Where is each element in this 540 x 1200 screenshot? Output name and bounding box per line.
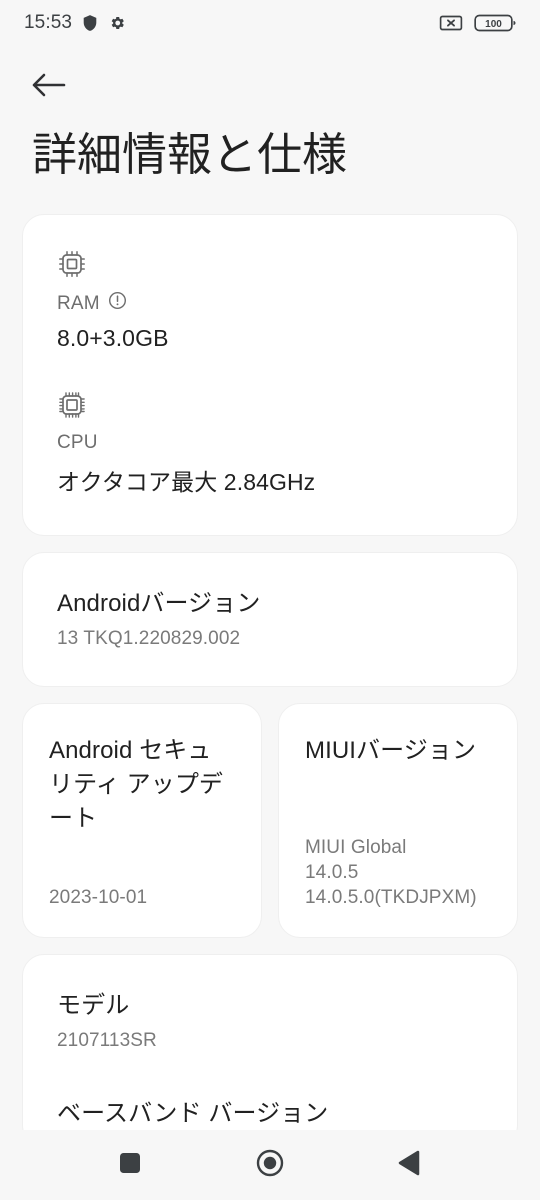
home-button[interactable] xyxy=(239,1140,301,1190)
android-version-value: 13 TKQ1.220829.002 xyxy=(57,628,241,649)
android-version-title: Androidバージョン xyxy=(57,590,261,617)
two-column-card-row: Android セキュリティ アップデート 2023-10-01 MIUIバージ… xyxy=(22,702,518,938)
cpu-value: オクタコア最大 2.84GHz xyxy=(57,469,316,495)
back-arrow-icon xyxy=(30,70,66,103)
cpu-label-row: CPU xyxy=(57,432,483,454)
security-update-card[interactable]: Android セキュリティ アップデート 2023-10-01 xyxy=(22,702,262,938)
ram-spec-block[interactable]: RAM 8.0+3.0GB xyxy=(57,249,483,352)
miui-version-line3: 14.0.5.0(TKDJPXM) xyxy=(305,887,477,909)
security-update-value: 2023-10-01 xyxy=(49,887,148,909)
miui-version-card[interactable]: MIUIバージョン MIUI Global 14.0.5 14.0.5.0(TK… xyxy=(278,702,518,938)
back-triangle-icon xyxy=(397,1149,423,1182)
gear-icon xyxy=(108,14,126,32)
recents-button[interactable] xyxy=(99,1140,161,1190)
model-baseband-card[interactable]: モデル 2107113SR ベースバンド バージョン xyxy=(22,953,518,1130)
ram-label: RAM xyxy=(57,292,100,314)
security-update-title: Android セキュリティ アップデート xyxy=(49,736,224,832)
home-circle-icon xyxy=(255,1148,285,1183)
cpu-label: CPU xyxy=(57,432,98,453)
hardware-spec-card[interactable]: RAM 8.0+3.0GB CPU オクタコア最大 2.84GHz xyxy=(22,214,518,536)
back-button[interactable] xyxy=(20,60,76,112)
status-bar: 15:53 100 xyxy=(0,0,540,46)
status-bar-clock: 15:53 xyxy=(24,12,73,33)
model-value: 2107113SR xyxy=(57,1029,157,1051)
ram-chip-icon xyxy=(57,249,483,279)
battery-level-text: 100 xyxy=(485,19,502,30)
recents-square-icon xyxy=(117,1150,143,1181)
system-navigation-bar xyxy=(0,1130,540,1200)
model-title: モデル xyxy=(57,991,130,1019)
battery-icon: 100 xyxy=(474,13,518,33)
shield-icon xyxy=(81,14,99,32)
info-exclamation-icon[interactable] xyxy=(108,291,127,316)
back-button-nav[interactable] xyxy=(379,1140,441,1190)
miui-version-title: MIUIバージョン xyxy=(305,736,477,764)
baseband-title: ベースバンド バージョン xyxy=(57,1100,329,1128)
ram-label-row: RAM xyxy=(57,291,483,316)
model-block[interactable]: モデル 2107113SR xyxy=(57,985,483,1054)
status-bar-left: 15:53 xyxy=(24,12,126,34)
status-bar-right: 100 xyxy=(438,13,518,33)
app-bar: 詳細情報と仕様 xyxy=(0,46,540,181)
android-version-card[interactable]: Androidバージョン 13 TKQ1.220829.002 xyxy=(22,552,518,687)
cpu-chip-icon xyxy=(57,390,483,420)
miui-version-value: MIUI Global 14.0.5 14.0.5.0(TKDJPXM) xyxy=(305,813,491,911)
cpu-spec-block[interactable]: CPU オクタコア最大 2.84GHz xyxy=(57,390,483,497)
miui-version-line1: MIUI Global xyxy=(305,836,407,858)
miui-version-line2: 14.0.5 xyxy=(305,862,359,884)
page-title: 詳細情報と仕様 xyxy=(32,129,348,180)
settings-scroll-container[interactable]: RAM 8.0+3.0GB CPU オクタコア最大 2.84GHz Androi… xyxy=(0,214,540,1130)
no-sim-icon xyxy=(438,14,464,32)
baseband-block[interactable]: ベースバンド バージョン xyxy=(57,1093,483,1128)
ram-value: 8.0+3.0GB xyxy=(57,325,169,351)
